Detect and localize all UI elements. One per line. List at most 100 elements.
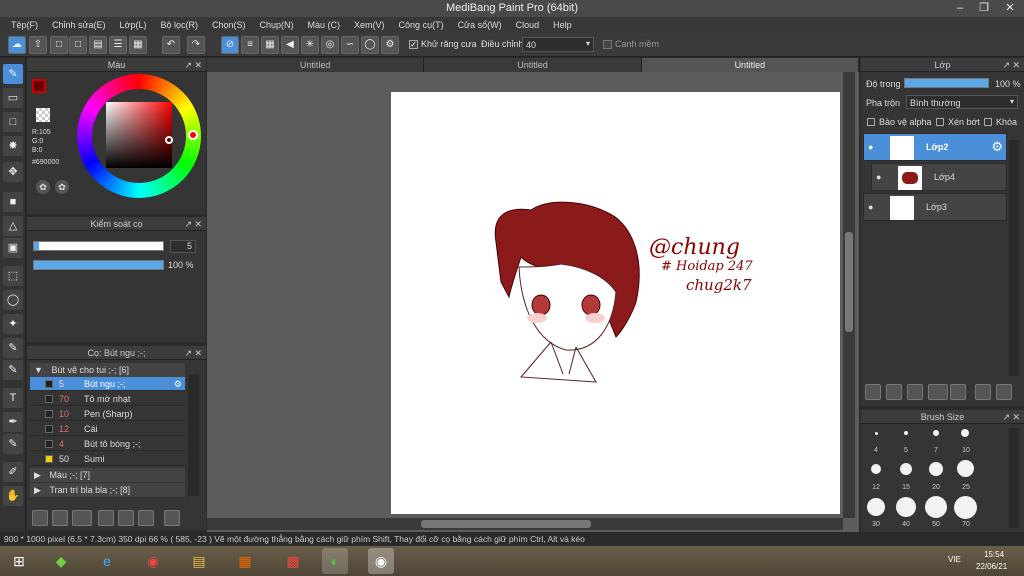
ellipse-snap-icon[interactable]: ◯ <box>361 36 379 54</box>
gear-icon[interactable]: ⚙ <box>991 139 1003 155</box>
menu-layer[interactable]: Lớp(L) <box>113 17 154 33</box>
brush-opacity-slider[interactable] <box>33 260 164 270</box>
popout-icon[interactable]: ↗ <box>184 346 192 360</box>
menu-help[interactable]: Help <box>546 17 579 33</box>
close-panel-icon[interactable]: ✕ <box>194 217 202 231</box>
new-brush-icon[interactable] <box>52 510 68 526</box>
antialias-checkbox[interactable]: ✓ <box>409 40 418 49</box>
bluestacks-icon[interactable]: ◆ <box>48 548 74 574</box>
popout-icon[interactable]: ↗ <box>1002 410 1010 424</box>
medibang-app-icon[interactable]: ◐ <box>322 548 348 574</box>
brush-size-dot[interactable] <box>871 464 881 474</box>
curve-snap-icon[interactable]: ∽ <box>341 36 359 54</box>
brush-size-dot[interactable] <box>961 429 969 437</box>
protect-alpha-checkbox[interactable] <box>867 118 875 126</box>
saturation-value-square[interactable] <box>106 102 172 168</box>
file-explorer-icon[interactable]: ▤ <box>186 548 212 574</box>
layers-scrollbar[interactable] <box>1009 140 1019 376</box>
background-color-swatch[interactable] <box>36 108 50 122</box>
comment-icon[interactable]: □ <box>50 36 68 54</box>
layer-menu-icon[interactable] <box>928 384 948 400</box>
new-layer-icon[interactable] <box>865 384 881 400</box>
brush-size-scrollbar[interactable] <box>1009 428 1019 528</box>
popout-icon[interactable]: ↗ <box>184 58 192 72</box>
bucket-tool-icon[interactable]: △ <box>3 216 23 236</box>
hue-picker-handle[interactable] <box>188 130 198 140</box>
brush-size-dot[interactable] <box>933 430 939 436</box>
clock-date[interactable]: 22/06/21 <box>976 562 1007 571</box>
tab-untitled-2[interactable]: Untitled <box>424 58 642 72</box>
undo-icon[interactable]: ↶ <box>162 36 180 54</box>
eye-icon[interactable]: ● <box>876 172 881 182</box>
powerpoint-icon[interactable]: ▦ <box>232 548 258 574</box>
vertical-scroll-thumb[interactable] <box>845 232 853 332</box>
clock-time[interactable]: 15:54 <box>984 550 1004 559</box>
divide-tool-icon[interactable]: ✒ <box>3 412 23 432</box>
folder-icon[interactable] <box>950 384 966 400</box>
chat-icon[interactable]: □ <box>69 36 87 54</box>
folder-icon[interactable] <box>118 510 134 526</box>
chrome-icon[interactable]: ◉ <box>140 548 166 574</box>
hand-tool-icon[interactable]: ✋ <box>3 486 23 506</box>
wand-brush-tool-icon[interactable]: ✸ <box>3 136 23 156</box>
cloud-icon[interactable]: ☁ <box>8 36 26 54</box>
trash-icon[interactable] <box>164 510 180 526</box>
share-icon[interactable]: ⇧ <box>29 36 47 54</box>
clip-checkbox[interactable] <box>936 118 944 126</box>
sv-picker-handle[interactable] <box>165 136 173 144</box>
circle-snap-icon[interactable]: ◎ <box>321 36 339 54</box>
internet-explorer-icon[interactable]: e <box>94 548 120 574</box>
adjust-select[interactable]: 40 ▾ <box>522 37 594 52</box>
eye-icon[interactable]: ● <box>868 142 873 152</box>
canvas-horizontal-scrollbar[interactable] <box>207 518 843 530</box>
layer-item[interactable]: ● Lớp2 ⚙ <box>863 133 1007 161</box>
brush-item[interactable]: 10 Pen (Sharp) <box>30 407 185 421</box>
brush-item[interactable]: 12 Cái <box>30 422 185 436</box>
layer-opacity-slider[interactable] <box>904 78 989 88</box>
list-icon[interactable]: ☰ <box>109 36 127 54</box>
select-pen-tool-icon[interactable]: ✎ <box>3 338 23 358</box>
canvas-vertical-scrollbar[interactable] <box>843 72 855 518</box>
close-panel-icon[interactable]: ✕ <box>1012 58 1020 72</box>
magic-wand-tool-icon[interactable]: ✦ <box>3 314 23 334</box>
new-halftone-layer-icon[interactable] <box>886 384 902 400</box>
menu-snap[interactable]: Chụp(N) <box>253 17 301 33</box>
add-brush-icon[interactable] <box>32 510 48 526</box>
brush-size-input[interactable]: 5 <box>170 240 196 253</box>
brush-size-dot[interactable] <box>900 463 912 475</box>
brush-size-dot[interactable] <box>954 496 977 519</box>
merge-layer-icon[interactable] <box>996 384 1012 400</box>
tab-untitled-1[interactable]: Untitled <box>207 58 425 72</box>
menu-select[interactable]: Chọn(S) <box>205 17 253 33</box>
lasso-tool-icon[interactable]: ◯ <box>3 290 23 310</box>
blend-mode-select[interactable]: Bình thường ▾ <box>906 95 1018 109</box>
document-icon[interactable]: ▤ <box>89 36 107 54</box>
brush-group-2[interactable]: ▶ Màu ;-; [7] <box>30 468 185 482</box>
layer-item[interactable]: ● Lớp4 <box>871 163 1007 191</box>
brush-tool-icon[interactable]: ✎ <box>3 64 23 84</box>
cross-snap-icon[interactable]: ▦ <box>261 36 279 54</box>
horizontal-scroll-thumb[interactable] <box>421 520 591 528</box>
medibang-paint-icon[interactable]: ◉ <box>368 548 394 574</box>
menu-view[interactable]: Xem(V) <box>347 17 392 33</box>
brush-size-slider[interactable] <box>33 241 164 251</box>
palette-settings-icon[interactable]: ✿ <box>55 180 69 194</box>
popout-icon[interactable]: ↗ <box>184 217 192 231</box>
brush-size-dot[interactable] <box>957 460 974 477</box>
smooth-checkbox[interactable] <box>603 40 612 49</box>
snap-settings-icon[interactable]: ⚙ <box>381 36 399 54</box>
eye-icon[interactable]: ● <box>868 202 873 212</box>
language-indicator[interactable]: VIE <box>948 555 961 564</box>
select-tool-icon[interactable]: ⬚ <box>3 266 23 286</box>
parallel-snap-icon[interactable]: ≡ <box>241 36 259 54</box>
brush-menu-icon[interactable] <box>72 510 92 526</box>
dot-tool-icon[interactable]: □ <box>3 112 23 132</box>
brush-doc-icon[interactable] <box>98 510 114 526</box>
menu-file[interactable]: Tệp(F) <box>4 17 45 33</box>
canvas-paper[interactable]: @chung # Hoidap 247 chug2k7 <box>391 92 840 514</box>
vanish-snap-icon[interactable]: ◀ <box>281 36 299 54</box>
menu-tools[interactable]: Công cụ(T) <box>392 17 451 33</box>
menu-cloud[interactable]: Cloud <box>509 17 547 33</box>
minimize-icon[interactable]: – <box>948 0 972 17</box>
menu-filter[interactable]: Bộ lọc(R) <box>153 17 205 33</box>
